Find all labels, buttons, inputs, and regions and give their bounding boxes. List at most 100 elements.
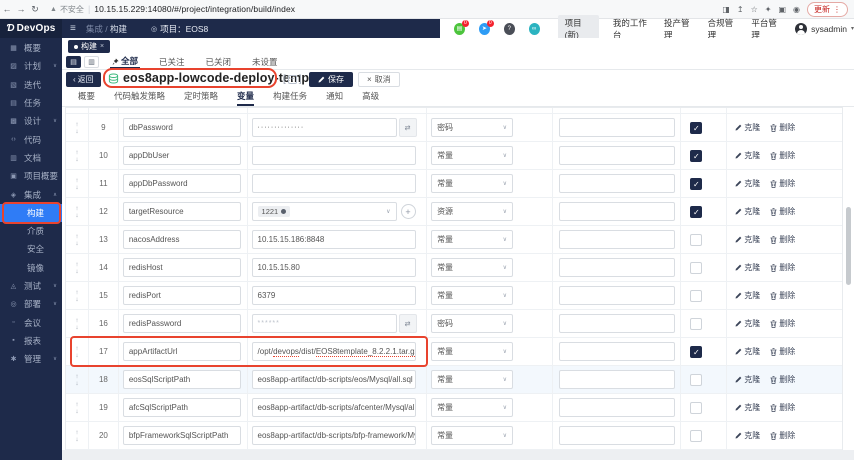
update-button[interactable]: 更新⋮ [807,2,848,17]
variable-name-input[interactable]: bfpFrameworkSqlScriptPath [123,426,241,445]
reload-icon[interactable]: ↻ [28,4,42,15]
resource-select[interactable]: 1221 ∨ [252,202,397,221]
variable-type-select[interactable]: 常量 ∨ [431,146,513,165]
variable-type-select[interactable]: 密码 ∨ [431,118,513,137]
move-up-icon[interactable]: ↑ [75,345,78,352]
clone-button[interactable]: 克隆 [735,178,760,189]
delete-button[interactable]: 删除 [770,206,795,217]
delete-button[interactable]: 删除 [770,374,795,385]
sidebar-item-project-overview[interactable]: ▣项目概要 [0,167,62,185]
clone-button[interactable]: 克隆 [735,374,760,385]
runtime-checkbox[interactable] [690,374,702,386]
clone-button[interactable]: 克隆 [735,150,760,161]
back-icon[interactable]: ← [0,4,14,14]
runtime-checkbox[interactable] [690,402,702,414]
move-down-icon[interactable]: ↓ [75,268,78,275]
variable-name-input[interactable]: appDbPassword [123,174,241,193]
sidebar-item-image[interactable]: 镜像 [0,259,62,277]
expand-control[interactable]: [ + ] [283,74,302,85]
variable-desc-input[interactable] [559,174,675,193]
variable-name-input[interactable]: redisPort [123,286,241,305]
variable-type-select[interactable]: 常量 ∨ [431,230,513,249]
move-up-icon[interactable]: ↑ [75,261,78,268]
variable-type-select[interactable]: 常量 ∨ [431,342,513,361]
clone-button[interactable]: 克隆 [735,206,760,217]
menu-item-production-mgmt[interactable]: 投产管理 [664,17,694,41]
menu-item-platform-mgmt[interactable]: 平台管理 [751,17,781,41]
delete-button[interactable]: 删除 [770,430,795,441]
tab-variables[interactable]: 变量 [237,90,254,106]
filter-tab-followed[interactable]: 已关注 [157,55,187,69]
variable-desc-input[interactable] [559,398,675,417]
save-button[interactable]: 保存 [309,72,353,87]
menu-toggle-icon[interactable]: ≡ [70,23,76,34]
move-up-icon[interactable]: ↑ [75,317,78,324]
back-button[interactable]: ‹返回 [66,72,101,87]
browser-menu-icon[interactable]: ⋮ [833,5,841,14]
sidebar-item-security[interactable]: 安全 [0,240,62,258]
variable-type-select[interactable]: 常量 ∨ [431,426,513,445]
tab-overview[interactable]: 概要 [78,90,95,106]
clone-button[interactable]: 克隆 [735,402,760,413]
bookmark-star-icon[interactable]: ☆ [751,5,758,14]
clone-button[interactable]: 克隆 [735,346,760,357]
variable-value-input[interactable]: 10.15.15.80 [252,258,416,277]
runtime-checkbox[interactable] [690,318,702,330]
variable-desc-input[interactable] [559,202,675,221]
move-up-icon[interactable]: ↑ [75,149,78,156]
variable-desc-input[interactable] [559,426,675,445]
card-view-button[interactable]: ▤ [66,56,81,68]
variable-type-select[interactable]: 常量 ∨ [431,370,513,389]
variable-desc-input[interactable] [559,286,675,305]
add-icon[interactable]: + [288,75,297,84]
menu-item-compliance-mgmt[interactable]: 合规管理 [708,17,738,41]
variable-value-input[interactable]: 10.15.15.186:8848 [252,230,416,249]
move-up-icon[interactable]: ↑ [75,233,78,240]
side-panel-icon[interactable]: ▣ [778,5,786,14]
variable-desc-input[interactable] [559,146,675,165]
variable-name-input[interactable]: appArtifactUrl [123,342,241,361]
variable-value-input[interactable] [252,174,416,193]
sidebar-item-code[interactable]: ‹›代码 [0,130,62,148]
move-down-icon[interactable]: ↓ [75,324,78,331]
sidebar-item-plan[interactable]: ▨计划∨ [0,57,62,75]
sidebar-item-overview[interactable]: ▦概要 [0,39,62,57]
extensions-icon[interactable]: ✦ [765,5,772,14]
help-icon[interactable]: ? [504,23,515,35]
delete-button[interactable]: 删除 [770,402,795,413]
delete-button[interactable]: 删除 [770,178,795,189]
variable-desc-input[interactable] [559,258,675,277]
address-bar[interactable]: 10.15.15.229:14080/#/project/integration… [94,4,295,14]
variable-desc-input[interactable] [559,342,675,361]
clone-button[interactable]: 克隆 [735,122,760,133]
filter-tab-unset[interactable]: 未设置 [250,55,280,69]
tab-advanced[interactable]: 高级 [362,90,379,106]
clone-button[interactable]: 克隆 [735,290,760,301]
variable-desc-input[interactable] [559,314,675,333]
move-up-icon[interactable]: ↑ [75,429,78,436]
toggle-value-icon[interactable]: ⇄ [399,314,417,333]
apps-icon[interactable]: ▤ 0 [454,23,465,35]
variable-value-input[interactable]: eos8app-artifact/db-scripts/afcenter/Mys… [252,398,416,417]
sidebar-item-iteration[interactable]: ▧迭代 [0,76,62,94]
sidebar-item-docs[interactable]: ▥文档 [0,149,62,167]
filter-tab-closed[interactable]: 已关闭 [204,55,234,69]
sidebar-item-meeting[interactable]: ▫会议 [0,313,62,331]
move-down-icon[interactable]: ↓ [75,184,78,191]
sidebar-item-test[interactable]: ◬测试∨ [0,277,62,295]
clone-button[interactable]: 克隆 [735,318,760,329]
move-down-icon[interactable]: ↓ [75,240,78,247]
variable-name-input[interactable]: nacosAddress [123,230,241,249]
move-down-icon[interactable]: ↓ [75,436,78,443]
sidebar-item-design[interactable]: ▩设计∨ [0,112,62,130]
variable-value-input[interactable]: eos8app-artifact/db-scripts/eos/Mysql/al… [252,370,416,389]
list-view-button[interactable]: ▥ [84,56,99,68]
runtime-checkbox[interactable] [690,234,702,246]
variable-value-input[interactable]: eos8app-artifact/db-scripts/bfp-framewor… [252,426,416,445]
runtime-checkbox[interactable]: ✓ [690,346,702,358]
clone-button[interactable]: 克隆 [735,262,760,273]
delete-button[interactable]: 删除 [770,318,795,329]
variable-value-input[interactable]: /opt/devops/dist/EOS8template_8.2.2.1.ta… [252,342,416,361]
variable-value-input[interactable]: 6379 [252,286,416,305]
variable-desc-input[interactable] [559,118,675,137]
